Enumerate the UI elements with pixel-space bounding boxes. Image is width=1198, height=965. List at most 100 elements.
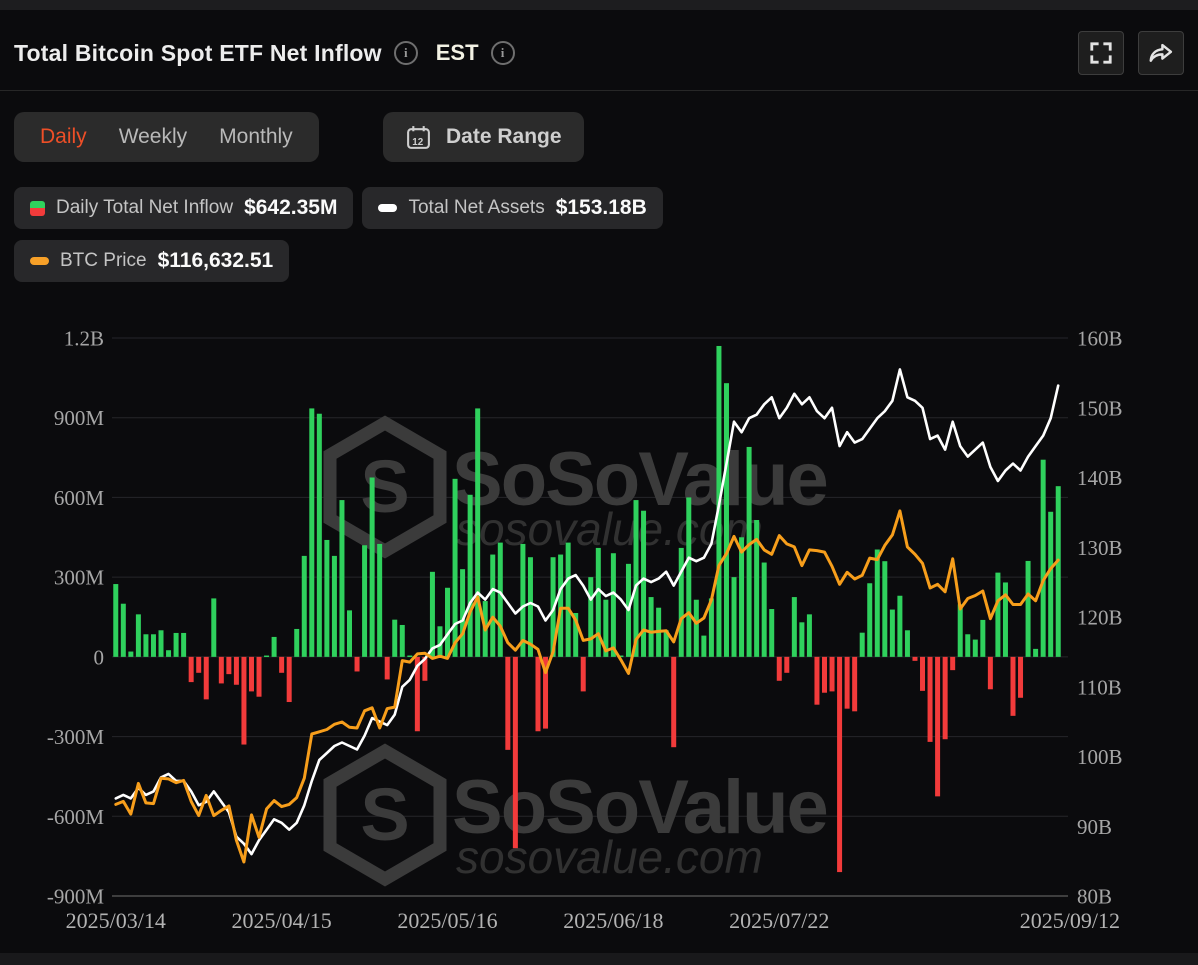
net-inflow-bar <box>995 573 1000 657</box>
net-inflow-bar <box>739 537 744 657</box>
net-inflow-bar <box>189 657 194 682</box>
net-inflow-bar <box>701 636 706 657</box>
net-inflow-bar <box>505 657 510 750</box>
net-inflow-bar <box>136 614 141 657</box>
net-inflow-bar <box>988 657 993 689</box>
net-inflow-bar <box>558 555 563 657</box>
net-inflow-bar <box>1033 649 1038 657</box>
net-inflow-bar <box>468 495 473 657</box>
net-inflow-bar <box>302 556 307 657</box>
net-inflow-bar <box>732 577 737 657</box>
svg-text:300M: 300M <box>54 566 105 590</box>
net-inflow-bar <box>973 640 978 657</box>
net-inflow-bar <box>867 583 872 657</box>
net-inflow-bar <box>460 569 465 657</box>
sosovalue-watermark: SSoSoValuesosovalue.com <box>330 423 827 555</box>
net-inflow-bar <box>181 633 186 657</box>
net-inflow-bar <box>513 657 518 848</box>
net-inflow-bar <box>279 657 284 673</box>
net-inflow-bar <box>362 545 367 657</box>
chart-canvas[interactable]: SSoSoValuesosovalue.comSSoSoValuesosoval… <box>0 0 1198 965</box>
net-inflow-bar <box>611 553 616 657</box>
net-inflow-bar <box>1018 657 1023 698</box>
net-inflow-bar <box>845 657 850 709</box>
right-axis-labels: 160B150B140B130B120B110B100B90B80B <box>1077 327 1123 909</box>
net-inflow-bar <box>920 657 925 691</box>
net-inflow-bar <box>128 652 133 657</box>
net-inflow-bar <box>860 633 865 657</box>
net-inflow-bar <box>830 657 835 692</box>
net-inflow-bar <box>588 577 593 657</box>
net-inflow-bar <box>166 650 171 657</box>
svg-text:100B: 100B <box>1077 745 1123 769</box>
net-inflow-bar <box>143 634 148 657</box>
net-inflow-bar <box>1056 486 1061 657</box>
net-inflow-bar <box>724 383 729 657</box>
net-inflow-bar <box>837 657 842 872</box>
net-inflow-bar <box>814 657 819 705</box>
net-inflow-bar <box>1010 657 1015 716</box>
net-inflow-bar <box>912 657 917 661</box>
net-inflow-bar <box>980 620 985 657</box>
net-inflow-bar <box>211 598 216 656</box>
net-inflow-bar <box>272 637 277 657</box>
net-inflow-bar <box>784 657 789 673</box>
svg-text:-600M: -600M <box>47 805 104 829</box>
net-inflow-bar <box>392 620 397 657</box>
svg-text:80B: 80B <box>1077 885 1112 909</box>
net-inflow-bar <box>475 408 480 656</box>
net-inflow-bar <box>935 657 940 797</box>
net-inflow-bar <box>950 657 955 670</box>
net-inflow-bar <box>641 511 646 657</box>
net-inflow-bar <box>943 657 948 739</box>
left-axis-labels: 1.2B900M600M300M0-300M-600M-900M <box>47 327 104 909</box>
net-inflow-bar <box>226 657 231 674</box>
svg-text:sosovalue.com: sosovalue.com <box>456 831 763 883</box>
net-inflow-bar <box>958 604 963 657</box>
svg-text:S: S <box>360 445 409 528</box>
net-inflow-bar <box>174 633 179 657</box>
net-inflow-bar <box>490 555 495 657</box>
svg-text:140B: 140B <box>1077 466 1123 490</box>
net-inflow-bar <box>113 584 118 657</box>
net-inflow-bar <box>445 588 450 657</box>
net-inflow-bar <box>121 604 126 657</box>
x-axis-labels: 2025/03/142025/04/152025/05/162025/06/18… <box>66 908 1120 933</box>
net-inflow-bar <box>347 610 352 657</box>
net-inflow-bar <box>204 657 209 700</box>
net-inflow-bar <box>882 561 887 657</box>
svg-text:110B: 110B <box>1077 675 1122 699</box>
etf-netflow-panel: Total Bitcoin Spot ETF Net Inflow i EST … <box>0 0 1198 965</box>
net-inflow-bar <box>151 634 156 657</box>
net-inflow-bar <box>822 657 827 693</box>
net-inflow-bar <box>671 657 676 747</box>
net-inflow-bar <box>219 657 224 684</box>
net-inflow-bar <box>535 657 540 731</box>
net-inflow-bar <box>407 656 412 658</box>
svg-text:2025/03/14: 2025/03/14 <box>66 908 166 933</box>
net-inflow-bar <box>965 634 970 657</box>
svg-text:1.2B: 1.2B <box>64 327 104 351</box>
svg-text:S: S <box>360 773 409 856</box>
net-inflow-bar <box>694 600 699 657</box>
bottom-strip <box>0 953 1198 965</box>
net-inflow-bar <box>792 597 797 657</box>
net-inflow-bar <box>159 630 164 657</box>
net-inflow-bar <box>762 563 767 657</box>
net-inflow-bar <box>875 550 880 657</box>
net-inflow-bar <box>679 548 684 657</box>
net-inflow-bar <box>257 657 262 697</box>
net-inflow-bar <box>370 478 375 657</box>
net-inflow-bar <box>309 408 314 656</box>
net-inflow-bar <box>400 625 405 657</box>
svg-text:120B: 120B <box>1077 606 1123 630</box>
svg-text:0: 0 <box>94 645 105 669</box>
net-inflow-bar <box>747 447 752 657</box>
net-inflow-bar <box>249 657 254 692</box>
net-inflow-bar <box>430 572 435 657</box>
svg-text:160B: 160B <box>1077 327 1123 351</box>
net-inflow-bar <box>649 597 654 657</box>
net-inflow-bar <box>264 656 269 658</box>
svg-text:90B: 90B <box>1077 815 1112 839</box>
svg-text:600M: 600M <box>54 486 105 510</box>
